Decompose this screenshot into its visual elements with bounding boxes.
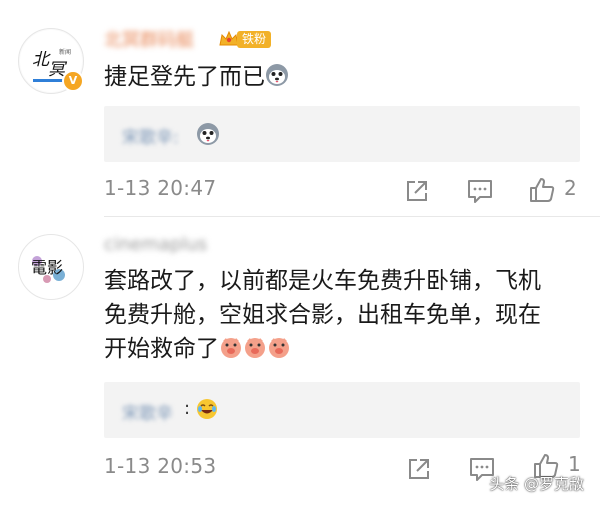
laugh-emoji-icon (196, 398, 218, 424)
avatar[interactable]: 電影 (18, 234, 84, 300)
husky-emoji-icon (196, 122, 220, 150)
like-count: 2 (564, 176, 577, 200)
svg-text:電影: 電影 (31, 258, 63, 277)
comment-icon[interactable] (466, 178, 494, 204)
timestamp: 1-13 20:47 (104, 176, 217, 200)
comment-1: 北 冥 新闻 V 北冥群码艇 铁粉 捷足登先了而已 宋歌辛: 1-13 20:4… (0, 0, 600, 230)
comment-text: 捷足登先了而已 (104, 60, 584, 97)
reply-username[interactable]: 宋歌辛 (122, 399, 173, 424)
comment-text: 套路改了，以前都是火车免费升卧铺，飞机 免费升舱，空姐求合影，出租车免单，现在 … (104, 264, 584, 369)
share-icon[interactable] (406, 456, 432, 482)
comment-text-line-content: 开始救命了 (104, 336, 219, 362)
divider (104, 216, 600, 217)
fan-badge-label: 铁粉 (237, 30, 272, 48)
username[interactable]: cinemaplus (104, 234, 207, 255)
comment-text-line: 套路改了，以前都是火车免费升卧铺，飞机 (104, 268, 541, 294)
like-icon[interactable] (528, 176, 556, 204)
comment-text-content: 捷足登先了而已 (104, 64, 265, 90)
pig-emoji-icon (219, 335, 291, 369)
svg-text:新闻: 新闻 (59, 48, 71, 56)
share-icon[interactable] (404, 178, 430, 204)
comment-text-line: 开始救命了 (104, 332, 584, 369)
husky-emoji-icon (265, 63, 289, 97)
reply-box[interactable]: 宋歌辛: (104, 106, 580, 162)
reply-username[interactable]: 宋歌辛: (122, 123, 179, 148)
verified-badge-icon: V (62, 70, 84, 92)
reply-box[interactable]: 宋歌辛 : (104, 382, 580, 438)
reply-colon: : (184, 398, 191, 419)
username[interactable]: 北冥群码艇 (104, 26, 194, 52)
fan-badge: 铁粉 (218, 28, 272, 50)
watermark: 头条 @罗克敌 (489, 475, 584, 493)
timestamp: 1-13 20:53 (104, 454, 217, 478)
comment-2: 電影 cinemaplus 套路改了，以前都是火车免费升卧铺，飞机 免费升舱，空… (0, 230, 600, 506)
comment-text-line: 免费升舱，空姐求合影，出租车免单，现在 (104, 302, 541, 328)
